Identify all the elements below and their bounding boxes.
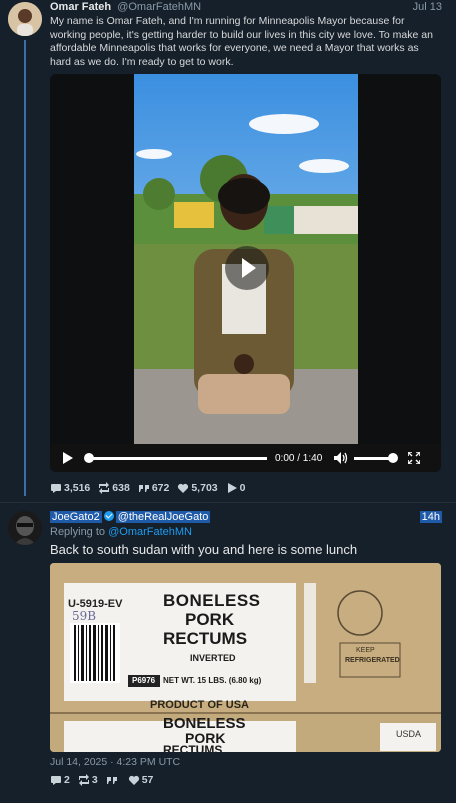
tweet-date[interactable]: 14h — [419, 511, 442, 523]
refrigerated-label: REFRIGERATED — [345, 657, 400, 664]
play-count-icon — [227, 483, 237, 493]
fullscreen-icon[interactable] — [408, 452, 421, 464]
avatar[interactable] — [8, 2, 42, 36]
divider — [0, 502, 456, 503]
tweet-stats: 2 3 57 — [50, 774, 153, 786]
like-count[interactable]: 5,703 — [177, 482, 218, 494]
label-line-1: BONELESS — [163, 591, 261, 610]
tweet-text: Back to south sudan with you and here is… — [50, 542, 358, 557]
retweet-icon — [99, 482, 110, 494]
author-handle[interactable]: @theRealJoeGato — [115, 511, 211, 523]
progress-handle[interactable] — [84, 452, 94, 463]
tweet-stats: 3,516 638 672 5,703 0 — [50, 482, 245, 494]
author-name[interactable]: Omar Fateh — [50, 1, 111, 13]
reply-count[interactable]: 2 — [50, 774, 70, 786]
reply-icon — [51, 776, 61, 785]
retweet-count[interactable]: 3 — [78, 774, 98, 786]
net-weight: NET WT. 15 LBS. (6.80 kg) — [163, 676, 262, 685]
reply-icon — [51, 484, 61, 493]
heart-icon — [178, 483, 189, 493]
label-line-3-lower-box: RECTUMS — [163, 743, 223, 752]
tweet-photo[interactable]: U-5919-EV 59B BONELESS PORK RECTUMS INVE… — [50, 563, 441, 752]
tweet-date[interactable]: Jul 13 — [413, 1, 442, 14]
video-player[interactable]: 0:00 / 1:40 — [50, 74, 441, 472]
lot-number: P6976 — [132, 676, 156, 685]
label-inverted: INVERTED — [190, 653, 236, 663]
video-controls: 0:00 / 1:40 — [50, 444, 441, 472]
product-origin: PRODUCT OF USA — [150, 699, 249, 711]
keep-label: KEEP — [356, 647, 375, 654]
author-name[interactable]: JoeGato2 — [50, 511, 102, 523]
volume-handle[interactable] — [388, 452, 399, 463]
retweet-count[interactable]: 638 — [98, 482, 130, 494]
volume-icon[interactable] — [334, 452, 348, 464]
label-line-3: RECTUMS — [163, 629, 248, 648]
quote-icon — [106, 777, 117, 784]
tweet-timestamp[interactable]: Jul 14, 2025 · 4:23 PM UTC — [50, 756, 180, 768]
play-icon[interactable] — [63, 452, 73, 464]
verified-icon — [103, 511, 114, 521]
quote-count[interactable] — [106, 774, 120, 786]
label-line-2: PORK — [185, 610, 235, 629]
thread-line — [24, 40, 26, 496]
reply-count[interactable]: 3,516 — [50, 482, 90, 494]
view-count[interactable]: 0 — [226, 482, 245, 494]
tweet-header: JoeGato2 @theRealJoeGato — [50, 511, 211, 524]
play-overlay-button[interactable] — [225, 246, 269, 290]
tweet-header: Omar Fateh @OmarFatehMN Jul 13 — [50, 1, 446, 14]
retweet-icon — [78, 774, 89, 786]
like-count[interactable]: 57 — [128, 774, 153, 786]
reply-to-handle[interactable]: @OmarFatehMN — [108, 526, 192, 538]
avatar[interactable] — [8, 511, 42, 545]
replying-to: Replying to @OmarFatehMN — [50, 526, 192, 538]
quote-count[interactable]: 672 — [138, 482, 169, 494]
volume-slider[interactable] — [354, 452, 399, 463]
tweet-text: My name is Omar Fateh, and I'm running f… — [50, 15, 433, 68]
author-handle[interactable]: @OmarFatehMN — [117, 1, 201, 13]
video-time: 0:00 / 1:40 — [275, 452, 323, 464]
heart-icon — [128, 775, 139, 785]
handwritten-code: 59B — [72, 609, 97, 623]
quote-icon — [138, 485, 149, 492]
progress-bar[interactable] — [84, 452, 267, 463]
usda-stamp: USDA — [396, 729, 422, 739]
